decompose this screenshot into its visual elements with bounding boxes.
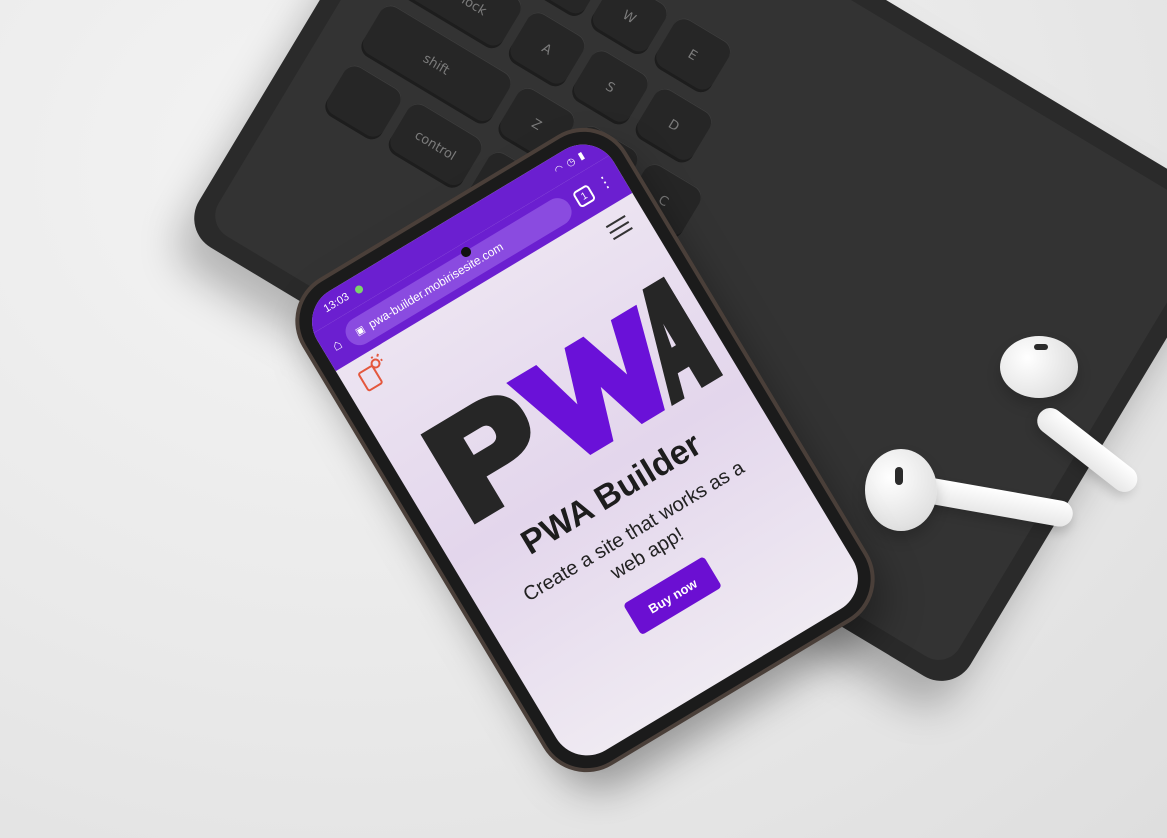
wifi-icon: ◠: [552, 162, 566, 177]
lock-icon: ▣: [353, 323, 368, 338]
airpod-head: [865, 449, 937, 531]
key-e: E: [650, 13, 735, 97]
notification-icon: [353, 284, 365, 296]
tab-switcher-button[interactable]: 1: [571, 183, 597, 209]
airpod-stem: [912, 475, 1075, 529]
home-icon[interactable]: ⌂: [329, 335, 346, 354]
more-vert-icon[interactable]: ⋮: [594, 171, 616, 194]
hamburger-icon[interactable]: [603, 211, 635, 245]
tablet-sun-icon[interactable]: [353, 353, 394, 394]
alarm-icon: ◷: [564, 155, 578, 170]
photo-scene: tab Q W E caps lock A S D shift Z X C co…: [0, 0, 1167, 838]
airpod-mesh: [1034, 344, 1048, 350]
key-a: A: [504, 7, 590, 91]
battery-icon: ▮: [576, 149, 587, 163]
key-d: D: [631, 84, 717, 167]
airpod-mesh: [895, 467, 903, 485]
airpod-left: [865, 445, 1085, 555]
key-blank: [320, 61, 406, 144]
key-s: S: [567, 46, 653, 129]
